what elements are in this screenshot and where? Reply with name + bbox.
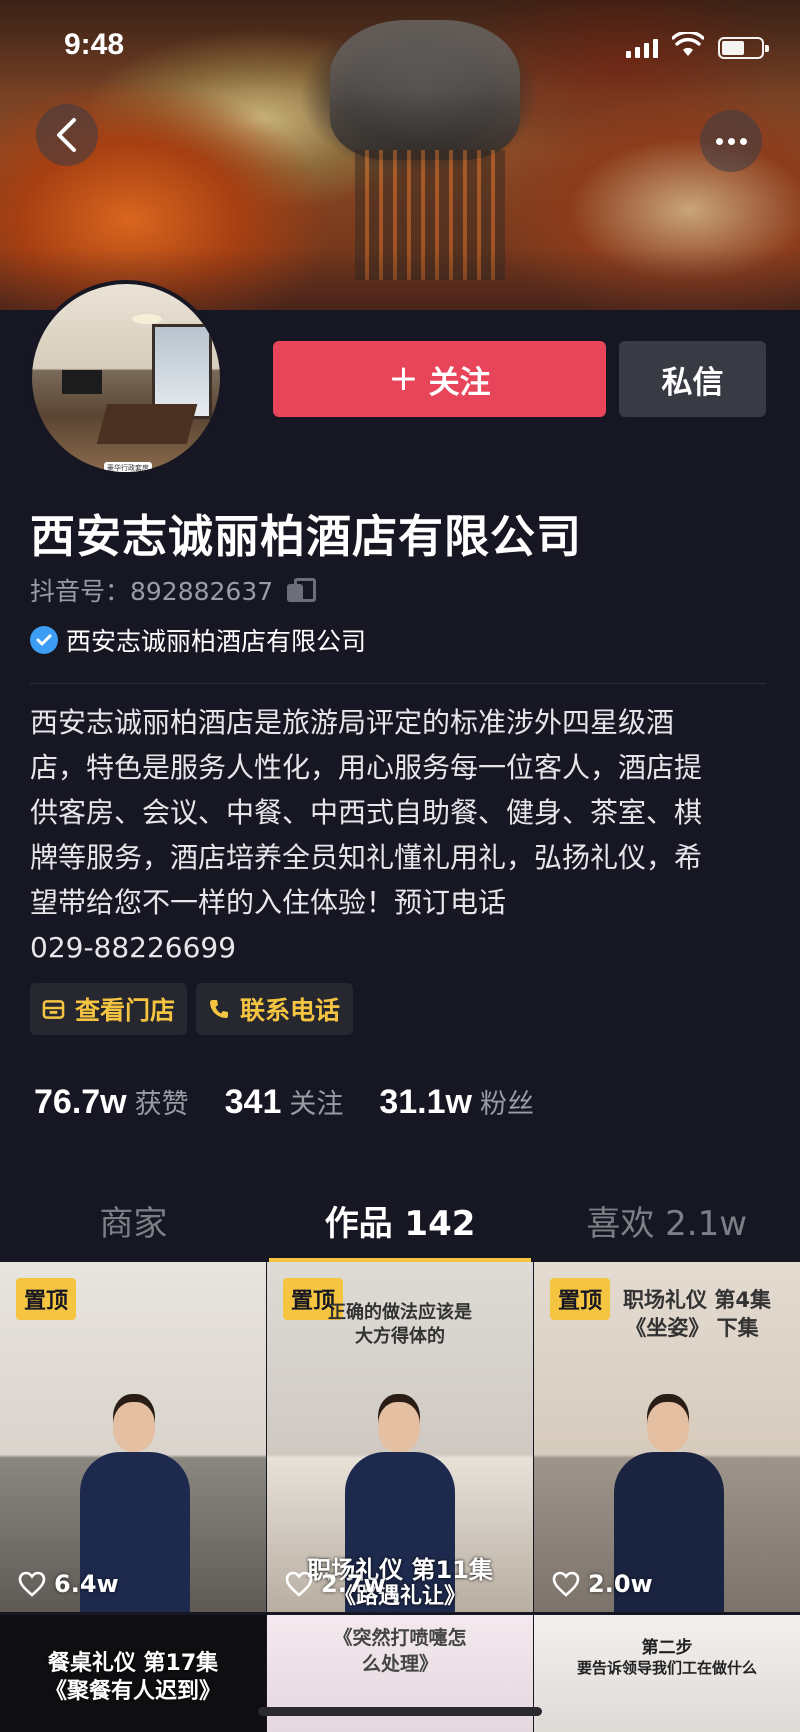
heart-icon	[285, 1571, 313, 1597]
tab-merchant[interactable]: 商家	[0, 1180, 267, 1260]
wifi-icon	[672, 32, 704, 56]
video-grid: 置顶 6.4w 置顶 正确的做法应该是 大方得体的 职场礼仪 第11集 《路遇礼…	[0, 1262, 800, 1732]
message-button[interactable]: 私信	[619, 341, 766, 417]
douyin-id: 抖音号：892882637	[30, 577, 274, 606]
video-likes: 2.7w	[285, 1570, 386, 1598]
view-store-button[interactable]: 查看门店	[30, 983, 187, 1035]
store-icon	[42, 1000, 65, 1019]
video-likes: 2.0w	[552, 1570, 653, 1598]
video-tile[interactable]: 餐桌礼仪 第17集 《聚餐有人迟到》	[0, 1615, 266, 1732]
stat-following[interactable]: 341 关注	[225, 1082, 344, 1122]
avatar[interactable]: 豪华行政套房	[28, 280, 224, 476]
douyin-id-row: 抖音号：892882637	[30, 572, 317, 608]
verified-row: 西安志诚丽柏酒店有限公司	[30, 622, 366, 658]
heart-icon	[552, 1571, 580, 1597]
video-tile[interactable]: 置顶 正确的做法应该是 大方得体的 职场礼仪 第11集 《路遇礼让》 2.7w	[267, 1262, 533, 1612]
battery-icon	[718, 37, 769, 59]
verified-check-icon	[30, 626, 58, 654]
cellular-signal-icon	[626, 38, 658, 58]
tab-likes[interactable]: 喜欢 2.1w	[533, 1180, 800, 1260]
plus-icon: +	[388, 358, 419, 399]
avatar-caption: 豪华行政套房	[104, 462, 152, 472]
video-tile[interactable]: 置顶 6.4w	[0, 1262, 266, 1612]
phone-icon	[210, 1000, 228, 1018]
home-indicator[interactable]	[258, 1707, 542, 1716]
follow-button[interactable]: + 关注	[273, 341, 606, 417]
video-likes: 6.4w	[18, 1570, 119, 1598]
divider	[30, 683, 766, 684]
pinned-badge: 置顶	[16, 1278, 77, 1320]
chevron-left-icon	[57, 118, 76, 152]
video-tile[interactable]: 第二步 要告诉领导我们工在做什么	[534, 1615, 800, 1732]
follow-label: 关注	[428, 364, 491, 401]
verified-label: 西安志诚丽柏酒店有限公司	[66, 627, 367, 656]
more-dot-icon	[715, 137, 723, 145]
status-time: 9:48	[64, 28, 125, 61]
stat-likes: 76.7w 获赞	[34, 1083, 189, 1121]
more-options-button[interactable]	[700, 110, 762, 172]
profile-bio: 西安志诚丽柏酒店是旅游局评定的标准涉外四星级酒 店，特色是服务人性化，用心服务每…	[30, 706, 703, 964]
stat-followers[interactable]: 31.1w 粉丝	[379, 1082, 534, 1122]
status-bar: 9:48	[0, 0, 800, 100]
copy-icon[interactable]	[287, 578, 317, 602]
heart-icon	[18, 1571, 46, 1597]
video-tile[interactable]: 置顶 职场礼仪 第4集 《坐姿》 下集 2.0w	[534, 1262, 800, 1612]
profile-stats: 76.7w 获赞 341 关注 31.1w 粉丝	[34, 1082, 534, 1122]
tab-works[interactable]: 作品 142	[267, 1180, 534, 1262]
profile-name: 西安志诚丽柏酒店有限公司	[30, 510, 583, 563]
back-button[interactable]	[36, 104, 98, 166]
contact-phone-button[interactable]: 联系电话	[196, 983, 353, 1035]
profile-tabs: 商家 作品 142 喜欢 2.1w	[0, 1180, 800, 1262]
